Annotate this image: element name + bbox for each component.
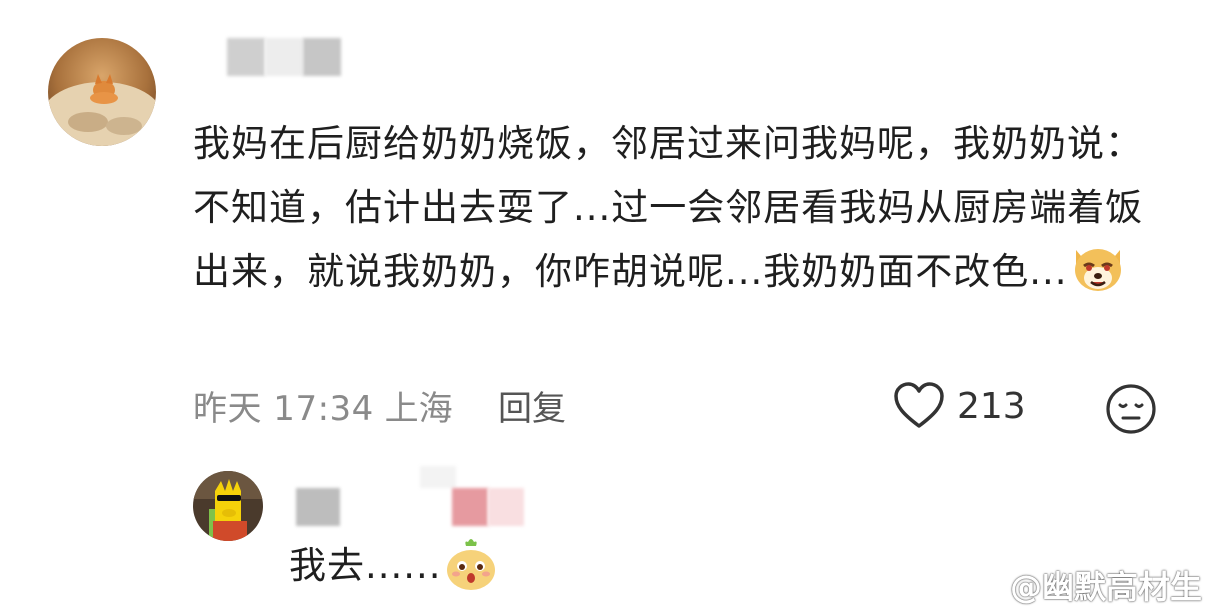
replier-avatar[interactable]	[193, 471, 263, 541]
smug-dog-emoji	[1070, 240, 1126, 296]
comment-location: 上海	[384, 389, 453, 429]
comment-body: 我妈在后厨给奶奶烧饭，邻居过来问我妈呢，我奶奶说：不知道，估计出去耍了...过一…	[193, 112, 1168, 304]
surprised-bun-emoji	[444, 536, 498, 592]
reply-button[interactable]: 回复	[498, 381, 566, 430]
commenter-avatar[interactable]	[48, 38, 156, 146]
weibo-logo-icon	[959, 565, 1006, 604]
like-button[interactable]: 213	[893, 382, 1026, 430]
commenter-username[interactable]	[227, 38, 342, 76]
meh-face-icon	[1106, 384, 1156, 434]
comment-text: 我妈在后厨给奶奶烧饭，邻居过来问我妈呢，我奶奶说：不知道，估计出去耍了...过一…	[193, 122, 1144, 293]
like-count: 213	[957, 385, 1026, 427]
reaction-button[interactable]	[1105, 383, 1157, 435]
replier-username[interactable]	[296, 466, 531, 528]
reply-text: 我去......	[289, 544, 442, 587]
comment-meta: 昨天 17:34 上海	[193, 381, 453, 430]
comment-time: 昨天 17:34	[193, 389, 374, 429]
watermark: @幽默高材生	[958, 562, 1202, 608]
watermark-text: @幽默高材生	[1010, 568, 1203, 606]
heart-outline-icon	[893, 382, 945, 430]
reply-body: 我去......	[289, 535, 498, 592]
